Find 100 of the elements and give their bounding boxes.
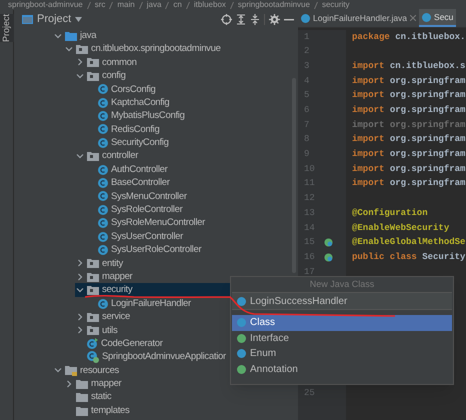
package-folder-icon bbox=[87, 285, 99, 296]
tree-item[interactable]: BaseController bbox=[86, 176, 298, 190]
chevron-down-icon[interactable] bbox=[54, 366, 62, 374]
class-icon bbox=[98, 84, 108, 94]
class-icon bbox=[98, 204, 108, 215]
tree-item-label: templates bbox=[91, 406, 130, 416]
tree-item[interactable]: config bbox=[75, 69, 298, 83]
separator-icon bbox=[86, 2, 91, 8]
tree-item[interactable]: common bbox=[75, 56, 298, 70]
code-line: import org.springfram bbox=[352, 118, 466, 132]
collapse-all-icon[interactable] bbox=[250, 14, 260, 24]
class-icon bbox=[98, 218, 108, 228]
tree-item[interactable]: KaptchaConfig bbox=[86, 96, 298, 110]
spring-class-icon bbox=[87, 351, 99, 364]
separator-icon bbox=[109, 2, 114, 8]
folder-icon bbox=[76, 406, 88, 416]
chevron-right-icon[interactable] bbox=[64, 380, 72, 388]
popup-option[interactable]: Annotation bbox=[232, 362, 452, 377]
class-icon bbox=[98, 191, 108, 202]
breadcrumb-item[interactable]: java bbox=[146, 1, 162, 9]
tree-item-label: SysRoleController bbox=[111, 205, 182, 215]
separator-icon bbox=[314, 2, 318, 8]
locate-icon[interactable] bbox=[221, 14, 232, 24]
class-name-field[interactable]: LoginSuccessHandler bbox=[232, 292, 452, 310]
project-window-icon bbox=[22, 14, 33, 24]
tree-item-label: cn.itbluebox.springbootadminvue bbox=[91, 44, 221, 54]
class-icon bbox=[98, 298, 108, 308]
separator-icon bbox=[186, 2, 190, 8]
class-icon bbox=[98, 98, 108, 108]
popup-option[interactable]: Enum bbox=[232, 346, 452, 362]
chevron-right-icon[interactable] bbox=[76, 272, 84, 281]
class-icon bbox=[237, 318, 246, 328]
tree-item-label: MybatisPlusConfig bbox=[111, 111, 185, 121]
tree-item[interactable]: java bbox=[53, 29, 298, 42]
tree-item[interactable]: SysUserController bbox=[86, 230, 298, 244]
code-line: public class Security bbox=[352, 250, 466, 264]
tree-item[interactable]: controller bbox=[75, 150, 298, 163]
package-folder-icon bbox=[87, 325, 99, 336]
tree-item[interactable]: MybatisPlusConfig bbox=[86, 109, 298, 123]
tree-item-label: BaseController bbox=[111, 178, 170, 188]
chevron-down-icon[interactable] bbox=[54, 32, 62, 40]
chevron-right-icon[interactable] bbox=[76, 312, 84, 321]
chevron-down-icon[interactable] bbox=[64, 45, 72, 54]
breadcrumb-item[interactable]: itbluebox bbox=[194, 1, 226, 9]
breadcrumb-item[interactable]: main bbox=[117, 1, 135, 9]
tree-item-label: SysRoleMenuController bbox=[111, 218, 206, 228]
tree-item[interactable]: SysRoleController bbox=[86, 203, 298, 216]
tree-item[interactable]: SecurityConfig bbox=[86, 136, 298, 150]
chevron-right-icon[interactable] bbox=[76, 259, 84, 268]
dropdown-caret-icon[interactable] bbox=[75, 16, 82, 22]
tree-item[interactable]: static bbox=[64, 390, 298, 404]
tree-item[interactable]: SysUserRoleController bbox=[86, 243, 298, 257]
breadcrumb-item[interactable]: springbootadminvue bbox=[238, 1, 310, 9]
code-line: import cn.itbluebox.s bbox=[352, 60, 466, 73]
tree-item[interactable]: mapper bbox=[75, 270, 298, 284]
tree-item-label: SysUserRoleController bbox=[111, 245, 202, 255]
package-folder-icon bbox=[87, 312, 99, 322]
close-icon[interactable] bbox=[410, 15, 416, 21]
bean-icon[interactable] bbox=[324, 253, 333, 262]
chevron-right-icon[interactable] bbox=[76, 326, 84, 334]
tree-item[interactable]: templates bbox=[64, 404, 298, 418]
tree-item-label: LoginFailureHandler bbox=[111, 298, 191, 308]
tree-item-label: KaptchaConfig bbox=[111, 98, 170, 108]
breadcrumb-item[interactable]: security bbox=[322, 1, 350, 9]
package-folder-icon bbox=[87, 57, 99, 68]
tree-item[interactable]: entity bbox=[75, 256, 298, 270]
tree-item[interactable]: SysMenuController bbox=[86, 190, 298, 204]
minimize-icon[interactable] bbox=[284, 18, 294, 20]
bean-icon[interactable] bbox=[324, 238, 333, 248]
chevron-down-icon[interactable] bbox=[76, 286, 84, 294]
editor-tab[interactable]: LoginFailureHandler.java bbox=[298, 9, 420, 27]
breadcrumb-item[interactable]: springboot-adminvue bbox=[8, 1, 83, 9]
tree-item[interactable]: AuthController bbox=[86, 162, 298, 176]
tree-item[interactable]: CorsConfig bbox=[86, 82, 298, 96]
project-side-tab[interactable]: Project bbox=[0, 14, 14, 42]
tree-item-label: CorsConfig bbox=[111, 84, 156, 94]
package-folder-icon bbox=[87, 70, 99, 81]
tree-item[interactable]: RedisConfig bbox=[86, 122, 298, 136]
tree-item[interactable]: SysRoleMenuController bbox=[86, 216, 298, 230]
chevron-down-icon[interactable] bbox=[76, 72, 84, 80]
tree-item[interactable]: mapper bbox=[64, 377, 298, 391]
tree-item-label: controller bbox=[102, 151, 138, 161]
popup-option[interactable]: Interface bbox=[232, 330, 452, 346]
class-icon bbox=[98, 178, 108, 188]
gear-icon[interactable] bbox=[269, 14, 280, 24]
breadcrumb-item[interactable]: src bbox=[94, 1, 106, 9]
panel-title[interactable]: Project bbox=[37, 10, 72, 28]
breadcrumb-item[interactable]: cn bbox=[173, 1, 182, 9]
popup-option[interactable]: Class bbox=[232, 315, 452, 330]
tree-item-label: mapper bbox=[102, 272, 132, 282]
expand-all-icon[interactable] bbox=[236, 14, 246, 24]
chevron-down-icon[interactable] bbox=[76, 152, 84, 160]
editor-tab[interactable]: Secu bbox=[419, 9, 456, 27]
chevron-right-icon[interactable] bbox=[76, 58, 84, 66]
code-line: import org.springfram bbox=[352, 74, 466, 88]
tree-item[interactable]: cn.itbluebox.springbootadminvue bbox=[64, 42, 298, 56]
class-icon bbox=[422, 12, 432, 22]
tree-item-label: CodeGenerator bbox=[101, 338, 163, 348]
tree-item-label: java bbox=[80, 30, 96, 40]
class-icon bbox=[98, 244, 108, 255]
